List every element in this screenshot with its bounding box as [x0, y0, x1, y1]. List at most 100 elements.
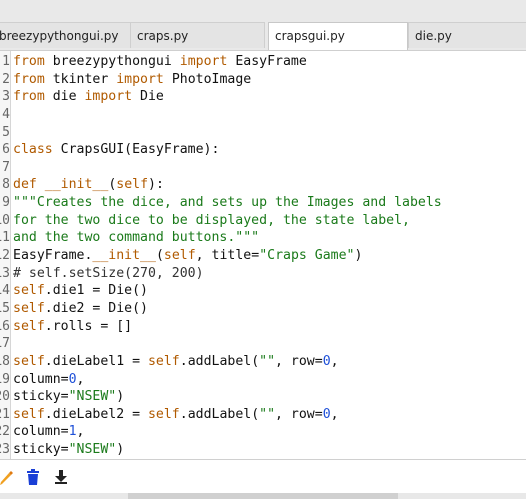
- code-line[interactable]: 18self.dieLabel1 = self.addLabel("", row…: [0, 353, 526, 371]
- code-line[interactable]: 5: [0, 124, 526, 142]
- code-token: self: [13, 318, 45, 334]
- code-line[interactable]: 22column=1,: [0, 423, 526, 441]
- code-token: import: [84, 89, 133, 105]
- code-line[interactable]: 20sticky="NSEW"): [0, 388, 526, 406]
- code-line[interactable]: 9 """Creates the dice, and sets up the Im…: [0, 194, 526, 212]
- code-token: "NSEW": [68, 442, 117, 458]
- download-button[interactable]: [54, 469, 72, 489]
- code-text: column=0,: [13, 371, 84, 389]
- edit-button[interactable]: [0, 469, 18, 489]
- tab-label: craps.py: [137, 29, 189, 43]
- line-number: 18: [0, 353, 10, 369]
- code-token: .addLabel(: [179, 353, 260, 369]
- code-line[interactable]: 14self.die1 = Die(): [0, 282, 526, 300]
- code-token: .dieLabel1 =: [44, 353, 148, 369]
- code-text: self.dieLabel1 = self.addLabel("", row=0…: [13, 353, 339, 371]
- code-token: ,: [330, 353, 339, 369]
- code-editor[interactable]: 1 from breezypythongui import EasyFrame 2 f…: [0, 50, 526, 460]
- code-token: ):: [148, 177, 164, 193]
- delete-button[interactable]: [26, 469, 44, 489]
- code-token: import: [116, 71, 164, 87]
- code-line[interactable]: 6 class CrapsGUI(EasyFrame):: [0, 141, 526, 159]
- code-text: """Creates the dice, and sets up the Ima…: [13, 194, 442, 212]
- tab-breezypythongui[interactable]: breezypythongui.py: [0, 22, 132, 48]
- code-line[interactable]: 19column=0,: [0, 371, 526, 389]
- code-line[interactable]: 7: [0, 159, 526, 177]
- code-line[interactable]: 2 from tkinter import PhotoImage: [0, 71, 526, 89]
- line-number: 1: [2, 54, 10, 69]
- line-number: 17: [0, 336, 10, 352]
- bottom-scroll-strip: [0, 493, 526, 499]
- code-token: """Creates the dice, and sets up the Ima…: [13, 195, 442, 211]
- tab-die[interactable]: die.py: [408, 22, 526, 48]
- code-token: .die2 = Die(): [44, 300, 148, 316]
- line-number: 20: [0, 389, 10, 405]
- code-token: import: [179, 54, 228, 69]
- code-token: column=: [13, 371, 69, 387]
- code-token: self: [147, 406, 180, 422]
- code-text: from breezypythongui import EasyFrame: [13, 53, 307, 71]
- code-token: __init__: [44, 177, 109, 193]
- code-token: , row=: [275, 406, 323, 422]
- code-text: def __init__(self):: [13, 176, 164, 194]
- code-token: "Craps Game": [259, 248, 355, 264]
- tab-crapsgui[interactable]: crapsgui.py: [268, 22, 408, 50]
- code-line[interactable]: 21self.dieLabel2 = self.addLabel("", row…: [0, 406, 526, 424]
- code-token: and the two command buttons.""": [13, 230, 260, 246]
- line-number: 10: [0, 212, 10, 228]
- line-number: 2: [2, 71, 10, 87]
- code-line[interactable]: 11and the two command buttons.""": [0, 229, 526, 247]
- line-number: 9: [2, 195, 10, 211]
- code-line[interactable]: 17: [0, 335, 526, 353]
- code-lines: 1 from breezypythongui import EasyFrame 2 f…: [0, 53, 526, 459]
- code-text: sticky="NSEW"): [13, 441, 124, 459]
- code-line[interactable]: 16self.rolls = []: [0, 318, 526, 336]
- code-token: from: [13, 71, 45, 87]
- tab-label: breezypythongui.py: [0, 29, 119, 43]
- line-number: 13: [0, 265, 10, 281]
- tab-craps[interactable]: craps.py: [130, 22, 265, 48]
- code-token: ,: [330, 406, 339, 422]
- code-line[interactable]: 8 def __init__(self):: [0, 176, 526, 194]
- code-token: EasyFrame: [227, 54, 307, 69]
- code-text: for the two dice to be displayed, the st…: [13, 212, 410, 230]
- line-number: 21: [0, 406, 10, 422]
- code-line[interactable]: 15self.die2 = Die(): [0, 300, 526, 318]
- code-token: , title=: [195, 248, 260, 264]
- line-number: 19: [0, 371, 10, 387]
- code-token: .addLabel(: [179, 406, 260, 422]
- code-token: 0: [322, 406, 331, 422]
- code-token: __init__: [92, 248, 156, 264]
- code-token: ): [354, 248, 363, 264]
- line-number: 12: [0, 248, 10, 264]
- code-token: .rolls = []: [44, 318, 133, 334]
- line-number: 15: [0, 300, 10, 316]
- code-token: self: [147, 353, 180, 369]
- code-line[interactable]: 23sticky="NSEW"): [0, 441, 526, 459]
- code-line[interactable]: 4: [0, 106, 526, 124]
- code-token: # self.setSize(270, 200): [13, 265, 204, 281]
- code-line[interactable]: 1 from breezypythongui import EasyFrame: [0, 53, 526, 71]
- code-line[interactable]: 10for the two dice to be displayed, the …: [0, 212, 526, 230]
- line-number: 3: [2, 89, 10, 105]
- code-token: die: [44, 89, 85, 105]
- line-number: 22: [0, 424, 10, 440]
- code-token: ,: [76, 371, 85, 387]
- code-text: class CrapsGUI(EasyFrame):: [13, 141, 219, 159]
- line-number: 5: [2, 124, 10, 140]
- code-text: self.rolls = []: [13, 318, 132, 336]
- line-number: 23: [0, 442, 10, 458]
- code-token: sticky=: [13, 442, 69, 458]
- code-line[interactable]: 12EasyFrame.__init__(self, title="Craps …: [0, 247, 526, 265]
- code-token: self: [13, 283, 45, 299]
- line-number: 4: [2, 106, 10, 122]
- code-token: def: [13, 177, 37, 193]
- code-line[interactable]: 13# self.setSize(270, 200): [0, 265, 526, 283]
- code-token: column=: [13, 424, 69, 440]
- code-line[interactable]: 3 from die import Die: [0, 88, 526, 106]
- horizontal-scrollbar[interactable]: [128, 493, 398, 499]
- code-token: self: [163, 248, 196, 264]
- line-number: 8: [2, 177, 10, 193]
- code-token: .die1 = Die(): [44, 283, 148, 299]
